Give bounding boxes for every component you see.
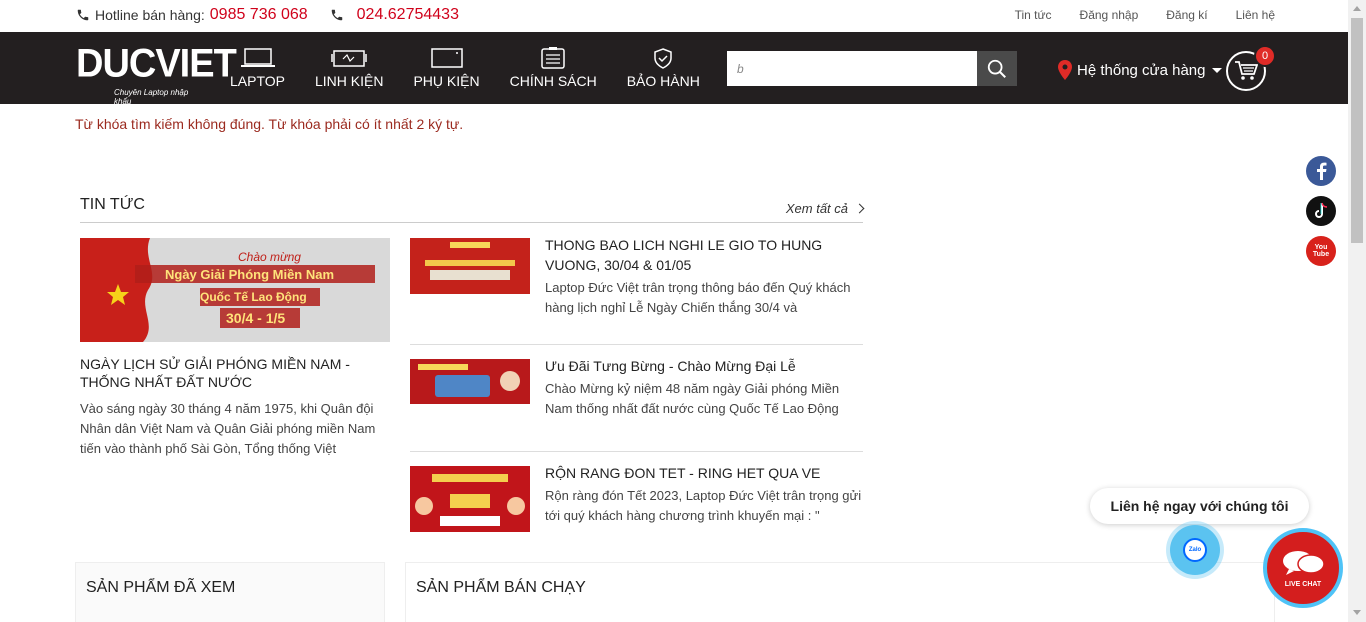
featured-article[interactable]: Chào mừng Ngày Giải Phóng Miền Nam Quốc … bbox=[80, 238, 390, 459]
featured-banner-text-2: Ngày Giải Phóng Miền Nam bbox=[165, 267, 335, 282]
featured-banner-text-4: 30/4 - 1/5 bbox=[226, 310, 286, 326]
news-item-desc: Chào Mừng kỷ niệm 48 năm ngày Giải phóng… bbox=[545, 381, 840, 416]
news-thumbnail[interactable] bbox=[410, 359, 530, 404]
featured-article-title[interactable]: NGÀY LỊCH SỬ GIẢI PHÓNG MIỀN NAM - THỐNG… bbox=[80, 355, 390, 391]
top-link-register[interactable]: Đăng kí bbox=[1166, 8, 1207, 22]
cart-icon bbox=[1235, 61, 1258, 80]
featured-banner-text-1: Chào mừng bbox=[238, 250, 301, 264]
nav-label: LINH KIỆN bbox=[315, 73, 384, 89]
viewed-products-box: SẢN PHẨM ĐÃ XEM bbox=[75, 562, 385, 622]
news-item-desc: Laptop Đức Việt trân trọng thông báo đến… bbox=[545, 280, 851, 315]
top-link-login[interactable]: Đăng nhập bbox=[1080, 8, 1139, 22]
scroll-down-arrow-icon[interactable] bbox=[1353, 610, 1361, 615]
tiktok-icon bbox=[1315, 202, 1328, 218]
live-chat-button[interactable]: LIVE CHAT bbox=[1263, 528, 1343, 608]
news-item-title[interactable]: THONG BAO LICH NGHI LE GIO TO HUNG VUONG… bbox=[545, 235, 863, 275]
chevron-right-icon bbox=[854, 203, 865, 214]
hotline: Hotline bán hàng: 0985 736 068 024.62754… bbox=[76, 6, 459, 24]
news-title: TIN TỨC bbox=[80, 196, 145, 213]
nav-label: BẢO HÀNH bbox=[626, 73, 700, 89]
featured-article-image[interactable]: Chào mừng Ngày Giải Phóng Miền Nam Quốc … bbox=[80, 238, 390, 342]
viewed-products-title: SẢN PHẨM ĐÃ XEM bbox=[86, 579, 236, 596]
top-link-news[interactable]: Tin tức bbox=[1015, 8, 1052, 22]
store-system-dropdown[interactable]: Hệ thống cửa hàng bbox=[1058, 60, 1223, 80]
news-thumbnail-graphic bbox=[410, 466, 530, 532]
scrollbar-thumb[interactable] bbox=[1351, 18, 1363, 243]
featured-banner-text-3: Quốc Tế Lao Động bbox=[200, 290, 307, 304]
news-list-item[interactable]: Ưu Đãi Tưng Bừng - Chào Mừng Đại Lễ Chào… bbox=[410, 345, 863, 452]
logo[interactable]: DUCVIET Chuyên Laptop nhập khẩu bbox=[76, 41, 237, 106]
news-thumbnail-graphic bbox=[410, 238, 530, 294]
nav-item-policy[interactable]: CHÍNH SÁCH bbox=[495, 32, 612, 104]
store-system-label: Hệ thống cửa hàng bbox=[1077, 61, 1206, 79]
cart-button[interactable]: 0 bbox=[1226, 45, 1276, 91]
facebook-button[interactable] bbox=[1306, 156, 1336, 186]
news-list-item[interactable]: RỘN RANG ĐON TET - RING HET QUA VE Rộn r… bbox=[410, 452, 863, 559]
search-input[interactable] bbox=[727, 51, 977, 86]
news-thumbnail[interactable] bbox=[410, 466, 530, 532]
nav-item-components[interactable]: LINH KIỆN bbox=[300, 32, 398, 104]
logo-tagline: Chuyên Laptop nhập khẩu bbox=[114, 88, 189, 106]
contact-us-bubble[interactable]: Liên hệ ngay với chúng tôi bbox=[1090, 488, 1309, 524]
top-bar: Hotline bán hàng: 0985 736 068 024.62754… bbox=[0, 0, 1348, 32]
news-item-title[interactable]: RỘN RANG ĐON TET - RING HET QUA VE bbox=[545, 463, 863, 483]
nav-item-warranty[interactable]: BẢO HÀNH bbox=[612, 32, 715, 104]
youtube-button[interactable]: You Tube bbox=[1306, 236, 1336, 266]
tiktok-button[interactable] bbox=[1306, 196, 1336, 226]
zalo-chat-button[interactable]: Zalo bbox=[1170, 525, 1220, 575]
bestseller-products-box: SẢN PHẨM BÁN CHẠY bbox=[405, 562, 1275, 622]
hotline-number-1[interactable]: 0985 736 068 bbox=[210, 6, 308, 24]
news-thumbnail[interactable] bbox=[410, 238, 530, 294]
cart-count-badge: 0 bbox=[1254, 45, 1276, 67]
nav-item-laptop[interactable]: LAPTOP bbox=[215, 32, 300, 104]
see-all-label: Xem tất cả bbox=[785, 201, 848, 216]
component-icon bbox=[331, 50, 367, 67]
bestseller-products-title: SẢN PHẨM BÁN CHẠY bbox=[416, 579, 586, 596]
location-pin-icon bbox=[1058, 60, 1072, 80]
chat-bubbles-icon bbox=[1283, 550, 1325, 575]
search-icon bbox=[987, 59, 1006, 78]
search-error-message: Từ khóa tìm kiếm không đúng. Từ khóa phả… bbox=[75, 116, 464, 132]
zalo-icon: Zalo bbox=[1183, 538, 1207, 562]
page-scrollbar[interactable] bbox=[1348, 0, 1366, 622]
logo-text: DUCVIET bbox=[76, 41, 237, 87]
policy-icon bbox=[541, 47, 565, 69]
hotline-number-2[interactable]: 024.62754433 bbox=[357, 6, 459, 24]
laptop-icon bbox=[240, 48, 275, 67]
news-list-item[interactable]: THONG BAO LICH NGHI LE GIO TO HUNG VUONG… bbox=[410, 235, 863, 345]
phone-icon bbox=[77, 9, 89, 21]
youtube-icon: You Tube bbox=[1312, 244, 1330, 258]
live-chat-label: LIVE CHAT bbox=[1284, 580, 1322, 588]
see-all-link[interactable]: Xem tất cả bbox=[785, 201, 865, 216]
main-header: DUCVIET Chuyên Laptop nhập khẩu LAPTOP L… bbox=[0, 32, 1348, 106]
news-item-desc: Rộn ràng đón Tết 2023, Laptop Đức Việt t… bbox=[545, 488, 862, 523]
top-link-contact[interactable]: Liên hệ bbox=[1236, 8, 1275, 22]
hotline-label: Hotline bán hàng: bbox=[95, 7, 205, 23]
caret-down-icon bbox=[1212, 67, 1223, 73]
news-list: THONG BAO LICH NGHI LE GIO TO HUNG VUONG… bbox=[410, 235, 863, 559]
nav-item-accessories[interactable]: PHỤ KIỆN bbox=[398, 32, 494, 104]
phone-icon bbox=[331, 9, 342, 21]
nav-label: CHÍNH SÁCH bbox=[509, 73, 597, 89]
news-section: TIN TỨC Xem tất cả Chào mừng Ngày Giải P… bbox=[80, 196, 865, 532]
search-bar bbox=[727, 51, 1017, 86]
facebook-icon bbox=[1317, 162, 1327, 180]
warranty-icon bbox=[654, 48, 673, 69]
news-header: TIN TỨC Xem tất cả bbox=[80, 196, 865, 223]
featured-article-desc: Vào sáng ngày 30 tháng 4 năm 1975, khi Q… bbox=[80, 401, 376, 456]
nav-label: LAPTOP bbox=[230, 73, 285, 89]
news-thumbnail-graphic bbox=[410, 359, 530, 404]
main-nav: LAPTOP LINH KIỆN PHỤ KIỆN CHÍNH SÁCH BẢO… bbox=[215, 32, 715, 104]
top-links: Tin tức Đăng nhập Đăng kí Liên hệ bbox=[987, 8, 1275, 22]
scroll-up-arrow-icon[interactable] bbox=[1353, 6, 1361, 11]
accessory-icon bbox=[430, 48, 463, 68]
news-item-title[interactable]: Ưu Đãi Tưng Bừng - Chào Mừng Đại Lễ bbox=[545, 356, 863, 376]
search-button[interactable] bbox=[977, 51, 1017, 86]
nav-label: PHỤ KIỆN bbox=[413, 73, 480, 89]
